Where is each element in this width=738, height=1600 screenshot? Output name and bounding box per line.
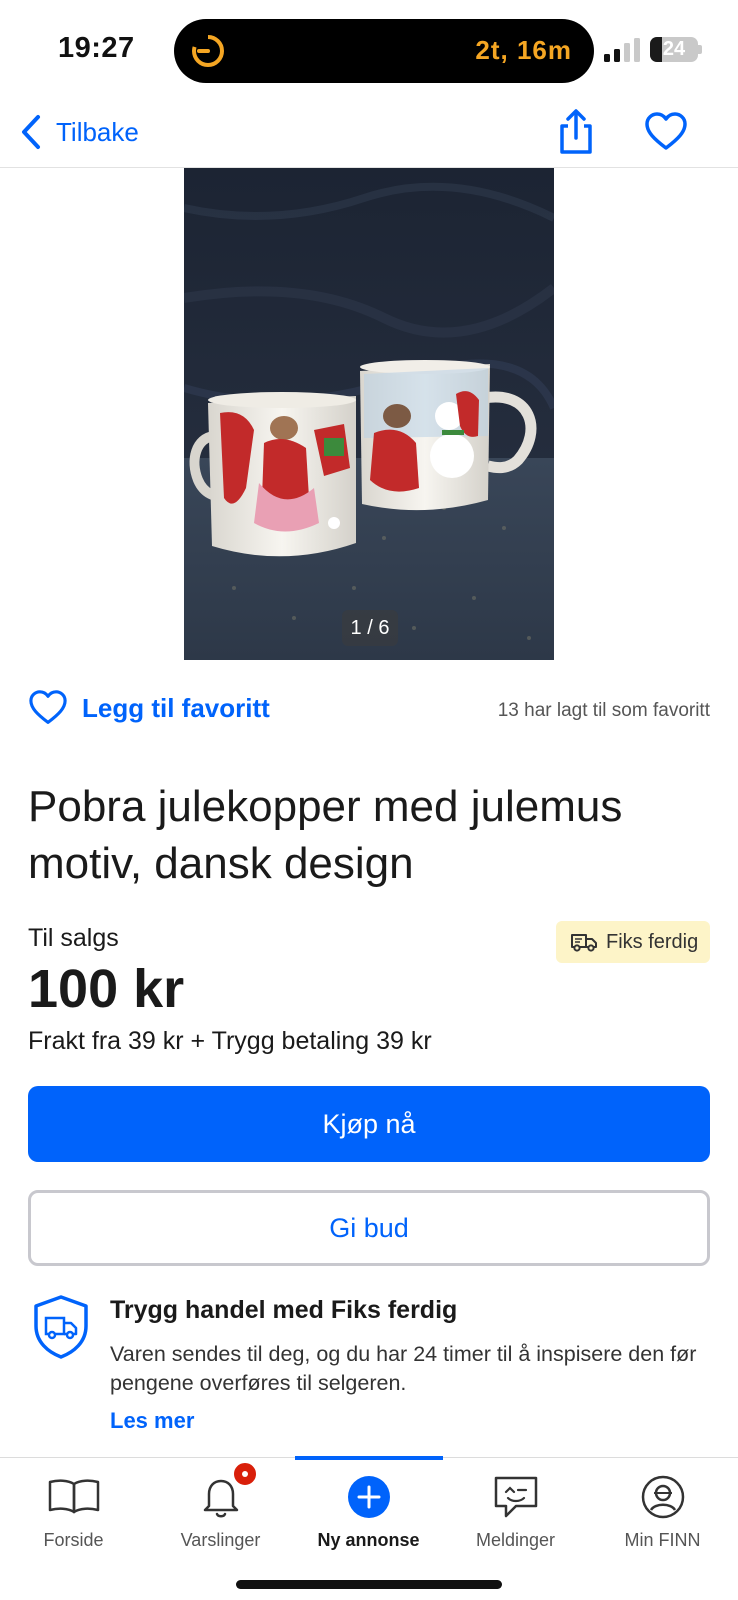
status-bar: 19:27 2t, 16m 24	[0, 0, 738, 100]
plus-circle-icon	[347, 1476, 390, 1518]
tab-bar: Forside Varslinger Ny annonse Meldinger	[0, 1456, 738, 1600]
back-label: Tilbake	[56, 116, 139, 147]
listing-title: Pobra julekopper med julemus motiv, dans…	[28, 782, 623, 888]
shipping-info: Frakt fra 39 kr + Trygg betaling 39 kr	[28, 1027, 432, 1055]
tab-label: Forside	[43, 1530, 104, 1550]
place-bid-button[interactable]: Gi bud	[28, 1190, 710, 1266]
tab-forside[interactable]: Forside	[0, 1458, 147, 1558]
heart-icon[interactable]	[644, 112, 688, 152]
listing-image[interactable]	[184, 168, 554, 660]
tab-label: Ny annonse	[317, 1530, 420, 1550]
battery-level: 24	[662, 38, 686, 60]
fiks-ferdig-label: Fiks ferdig	[606, 930, 699, 953]
add-favorite-button[interactable]: Legg til favoritt	[28, 690, 270, 726]
shield-truck-icon	[34, 1295, 88, 1359]
image-counter: 1 / 6	[342, 610, 398, 646]
battery-icon: 24	[650, 37, 698, 62]
navigation-bar: Tilbake	[0, 100, 738, 168]
chat-icon	[494, 1476, 537, 1518]
listing-price: 100 kr	[28, 959, 185, 1019]
tab-meldinger[interactable]: Meldinger	[442, 1458, 589, 1558]
tab-label: Min FINN	[624, 1530, 701, 1550]
book-icon	[48, 1479, 99, 1514]
status-time: 19:27	[58, 32, 135, 64]
tab-label: Varslinger	[180, 1530, 261, 1550]
safe-trade-section: Trygg handel med Fiks ferdig Varen sende…	[28, 1290, 718, 1440]
buy-now-button[interactable]: Kjøp nå	[28, 1086, 710, 1162]
activity-timer-text: 2t, 16m	[475, 35, 572, 65]
profile-icon	[641, 1475, 684, 1519]
heart-icon	[29, 690, 67, 724]
notification-badge	[231, 1460, 259, 1488]
timer-icon	[192, 35, 224, 67]
add-favorite-label: Legg til favoritt	[82, 692, 270, 723]
dynamic-island[interactable]: 2t, 16m	[174, 19, 594, 83]
favorite-row: Legg til favoritt 13 har lagt til som fa…	[28, 690, 710, 734]
mugs-photo	[184, 168, 554, 660]
listing-status: Til salgs	[28, 924, 119, 952]
chevron-left-icon	[22, 115, 40, 149]
read-more-link[interactable]: Les mer	[110, 1408, 194, 1434]
signal-icon	[604, 38, 640, 62]
tab-label: Meldinger	[475, 1530, 556, 1550]
home-indicator[interactable]	[236, 1580, 502, 1589]
favorite-count: 13 har lagt til som favoritt	[497, 700, 710, 721]
fiks-ferdig-badge: Fiks ferdig	[556, 921, 710, 963]
truck-icon	[571, 934, 597, 952]
safe-trade-description: Varen sendes til deg, og du har 24 timer…	[110, 1342, 697, 1395]
safe-trade-title: Trygg handel med Fiks ferdig	[110, 1296, 458, 1324]
share-icon[interactable]	[556, 108, 596, 156]
tab-ny-annonse[interactable]: Ny annonse	[295, 1458, 442, 1558]
back-button[interactable]: Tilbake	[20, 110, 139, 154]
tab-varslinger[interactable]: Varslinger	[147, 1458, 294, 1558]
tab-min-finn[interactable]: Min FINN	[589, 1458, 736, 1558]
